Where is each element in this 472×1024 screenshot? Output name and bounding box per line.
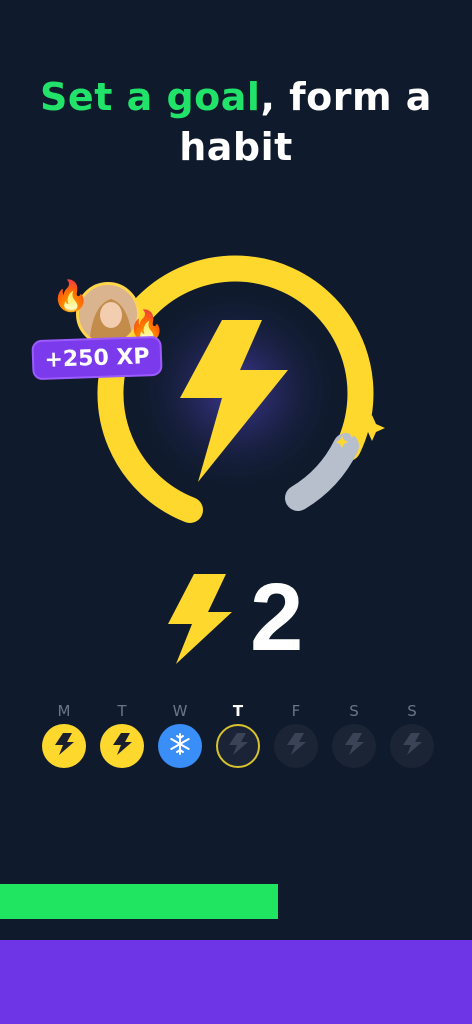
day-letter: T [117, 702, 127, 720]
day-6: S [388, 700, 436, 780]
lightning-bolt-icon [53, 732, 75, 760]
weekly-streak-calendar: MTW TFSS [40, 700, 440, 780]
day-status-freeze [158, 724, 202, 768]
snowflake-icon [168, 732, 192, 760]
day-letter: M [57, 702, 71, 720]
day-status-future [332, 724, 376, 768]
lightning-bolt-icon [111, 732, 133, 760]
lightning-bolt-icon [168, 574, 232, 664]
day-2: W [156, 700, 204, 780]
day-status-done [42, 724, 86, 768]
day-status-future [390, 724, 434, 768]
day-status-done [100, 724, 144, 768]
day-letter: W [172, 702, 188, 720]
lightning-bolt-icon [401, 732, 423, 760]
streak-ring-illustration [0, 230, 472, 550]
day-letter: F [291, 702, 301, 720]
day-letter: S [349, 702, 359, 720]
day-4: F [272, 700, 320, 780]
page-headline: Set a goal, form a habit [0, 72, 472, 172]
streak-counter: 2 [160, 568, 320, 668]
streak-count: 2 [250, 564, 304, 671]
lightning-bolt-icon [227, 732, 249, 760]
day-letter: T [232, 702, 244, 720]
bottom-action-bar[interactable] [0, 940, 472, 1024]
lightning-bolt-icon [285, 732, 307, 760]
day-5: S [330, 700, 378, 780]
day-status-today [216, 724, 260, 768]
day-0: M [40, 700, 88, 780]
day-letter: S [407, 702, 417, 720]
day-1: T [98, 700, 146, 780]
progress-bar [0, 884, 279, 919]
lightning-bolt-icon [343, 732, 365, 760]
xp-badge: +250 XP [31, 335, 163, 381]
day-3: T [214, 700, 262, 780]
headline-accent: Set a goal [40, 75, 261, 119]
day-status-future [274, 724, 318, 768]
flame-icon: 🔥 [52, 279, 90, 314]
